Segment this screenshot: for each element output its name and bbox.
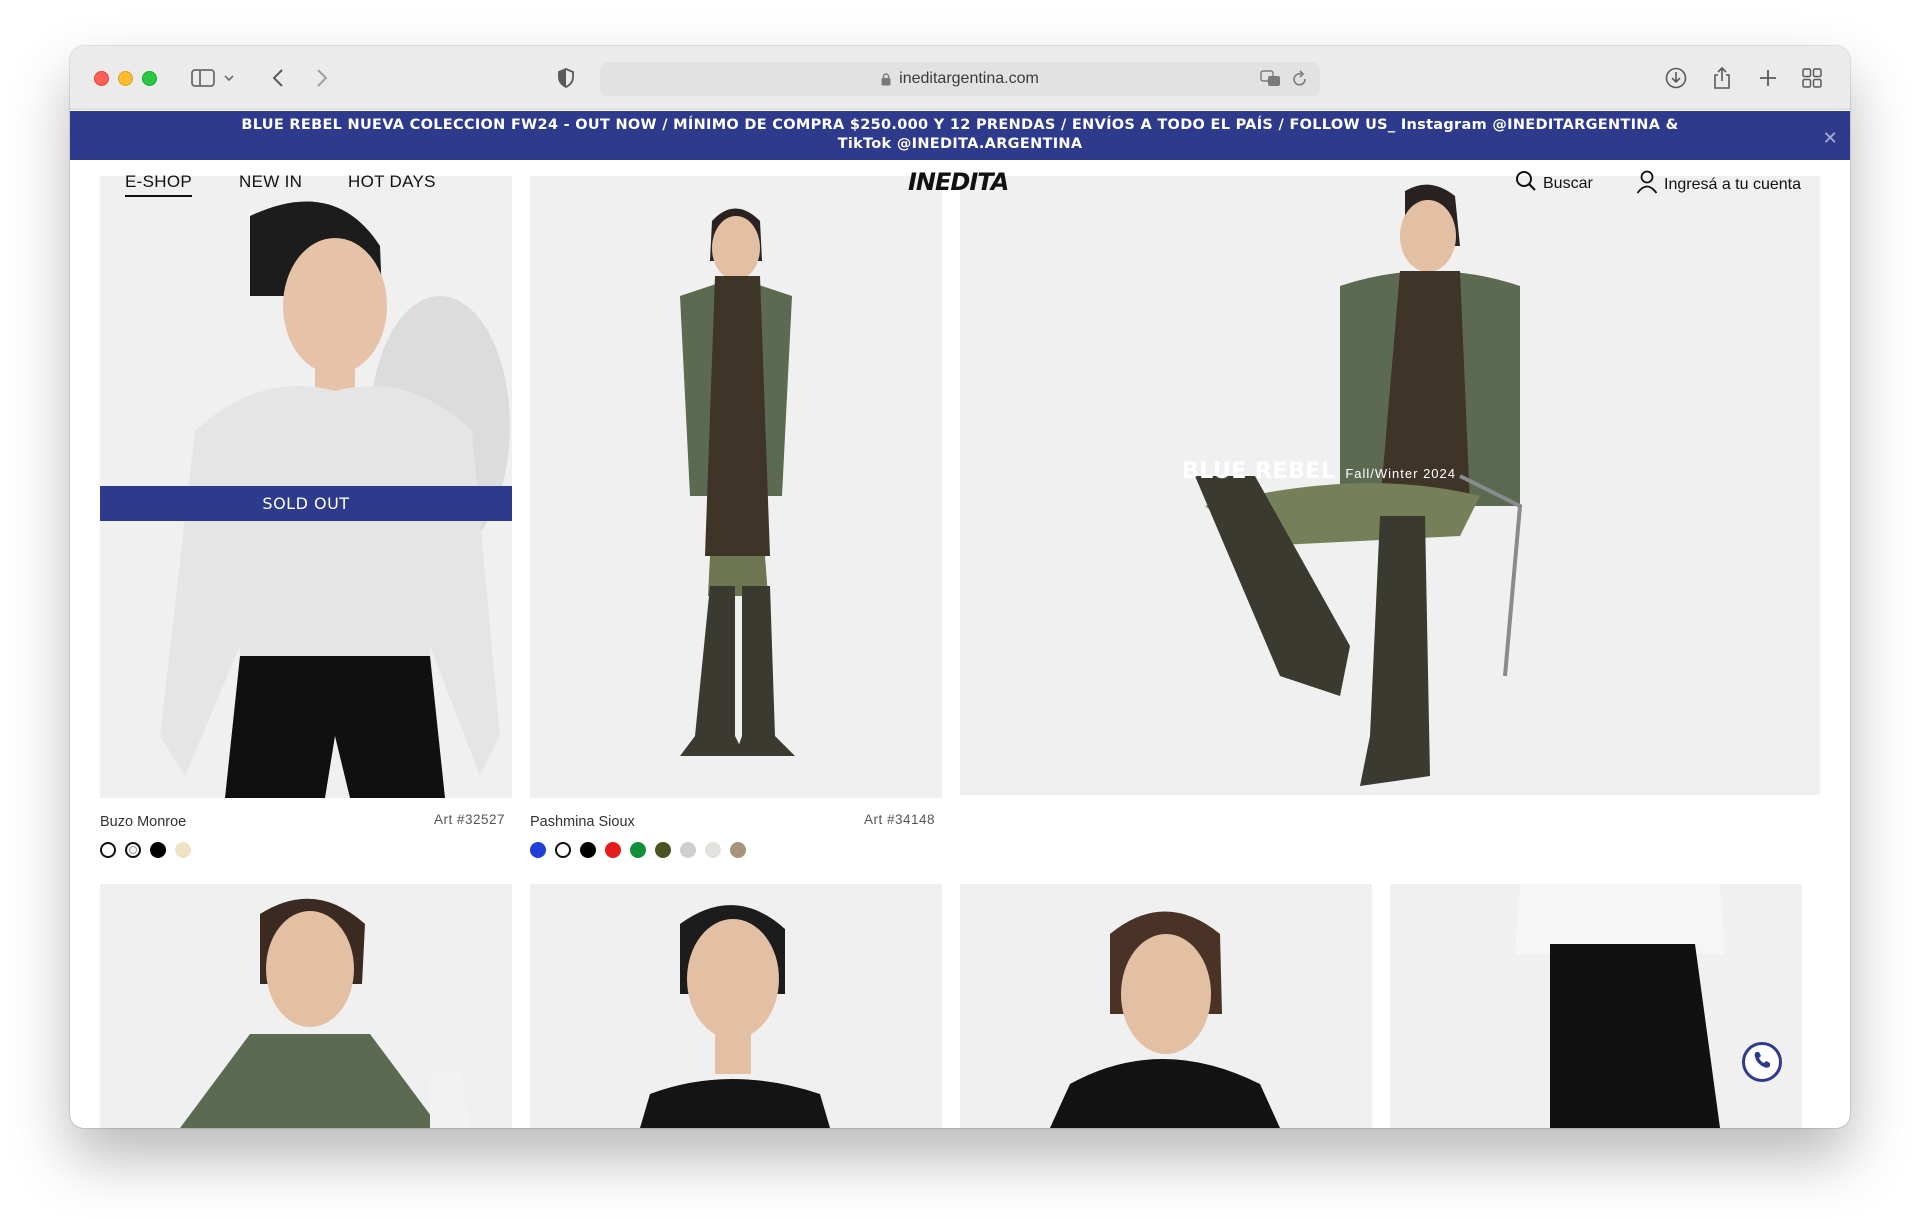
model-photo: [1195, 184, 1523, 786]
site-header: E-SHOP NEW IN HOT DAYS INEDITA Buscar In…: [70, 162, 1850, 206]
url-text: ineditargentina.com: [899, 70, 1039, 87]
color-swatch[interactable]: [705, 842, 721, 858]
reload-icon[interactable]: [1292, 70, 1308, 93]
account-label: Ingresá a tu cuenta: [1664, 175, 1801, 193]
nav-new-in[interactable]: NEW IN: [239, 172, 302, 192]
nav-eshop[interactable]: E-SHOP: [125, 172, 192, 197]
color-swatches: [100, 842, 191, 858]
chevron-down-icon[interactable]: [222, 66, 236, 90]
product-image[interactable]: [100, 884, 512, 1128]
product-image-pashmina-sioux[interactable]: [530, 176, 942, 798]
close-window-button[interactable]: [94, 71, 109, 86]
color-swatch[interactable]: [730, 842, 746, 858]
color-swatch[interactable]: [530, 842, 546, 858]
model-photo: [640, 905, 830, 1128]
whatsapp-button[interactable]: [1742, 1042, 1782, 1082]
color-swatch[interactable]: [125, 842, 141, 858]
color-swatch[interactable]: [630, 842, 646, 858]
forward-icon[interactable]: [314, 66, 330, 90]
share-icon[interactable]: [1710, 66, 1734, 90]
product-name[interactable]: Buzo Monroe: [100, 814, 186, 830]
sidebar-icon[interactable]: [190, 66, 216, 90]
color-swatches: [530, 842, 746, 858]
promo-line-2: TikTok @INEDITA.ARGENTINA: [837, 136, 1083, 152]
product-image[interactable]: [530, 884, 942, 1128]
close-icon[interactable]: ✕: [1823, 129, 1838, 148]
model-photo: [1515, 884, 1725, 1128]
promo-line-1: BLUE REBEL NUEVA COLECCION FW24 - OUT NO…: [241, 117, 1679, 133]
color-swatch[interactable]: [150, 842, 166, 858]
shield-icon[interactable]: [556, 66, 576, 90]
color-swatch[interactable]: [100, 842, 116, 858]
product-image[interactable]: [960, 884, 1372, 1128]
account-button[interactable]: Ingresá a tu cuenta: [1636, 170, 1801, 199]
zoom-window-button[interactable]: [142, 71, 157, 86]
product-image[interactable]: [1390, 884, 1802, 1128]
back-icon[interactable]: [270, 66, 286, 90]
browser-toolbar: ineditargentina.com: [70, 46, 1850, 110]
color-swatch[interactable]: [655, 842, 671, 858]
search-button[interactable]: Buscar: [1515, 170, 1593, 197]
hero-caption: BLUE REBEL Fall/Winter 2024: [1182, 459, 1456, 484]
color-swatch[interactable]: [555, 842, 571, 858]
color-swatch[interactable]: [605, 842, 621, 858]
translate-icon[interactable]: [1260, 70, 1282, 93]
download-icon[interactable]: [1664, 66, 1688, 90]
color-swatch[interactable]: [175, 842, 191, 858]
model-photo: [680, 208, 795, 756]
hero-subtitle: Fall/Winter 2024: [1345, 466, 1456, 481]
tabs-grid-icon[interactable]: [1800, 66, 1824, 90]
product-name[interactable]: Pashmina Sioux: [530, 814, 635, 830]
sold-out-badge: SOLD OUT: [100, 486, 512, 521]
color-swatch[interactable]: [580, 842, 596, 858]
model-photo: [180, 898, 470, 1128]
product-image-buzo-monroe[interactable]: SOLD OUT: [100, 176, 512, 798]
nav-hot-days[interactable]: HOT DAYS: [348, 172, 436, 192]
model-photo: [1050, 911, 1280, 1128]
site-logo[interactable]: INEDITA: [908, 168, 1009, 196]
plus-icon[interactable]: [1756, 66, 1780, 90]
product-art-number: Art #34148: [864, 812, 936, 827]
browser-window: ineditargentina.com BLUE REBEL NUEVA COL: [70, 46, 1850, 1128]
hero-title: BLUE REBEL: [1182, 459, 1336, 484]
minimize-window-button[interactable]: [118, 71, 133, 86]
promo-banner: BLUE REBEL NUEVA COLECCION FW24 - OUT NO…: [70, 111, 1850, 160]
user-icon: [1636, 170, 1658, 199]
product-art-number: Art #32527: [434, 812, 506, 827]
search-label: Buscar: [1543, 174, 1593, 192]
address-bar[interactable]: ineditargentina.com: [600, 62, 1320, 96]
search-icon: [1515, 170, 1537, 197]
lock-icon: [881, 72, 891, 86]
color-swatch[interactable]: [680, 842, 696, 858]
whatsapp-icon: [1751, 1049, 1773, 1076]
hero-banner[interactable]: BLUE REBEL Fall/Winter 2024: [960, 176, 1820, 795]
